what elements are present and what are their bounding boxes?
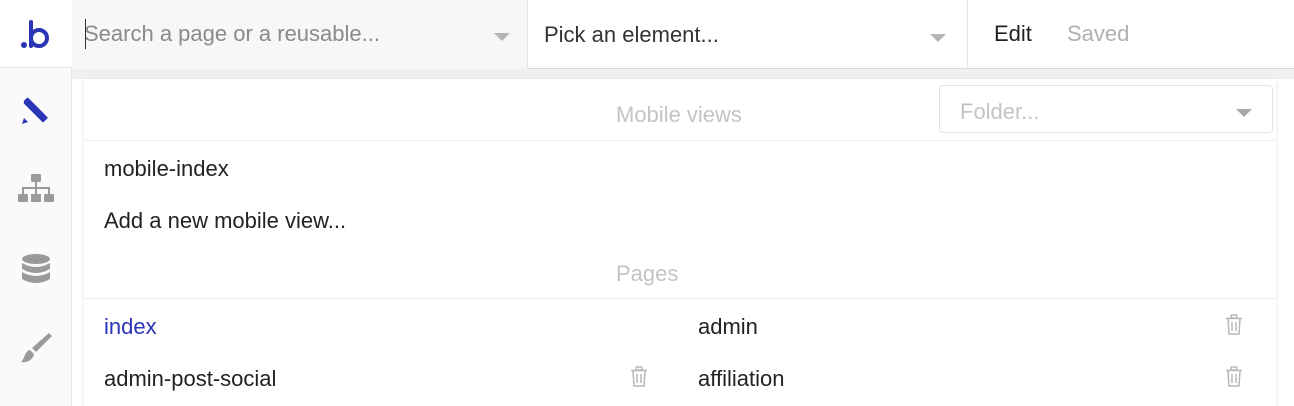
section-divider [84,298,1276,299]
workflow-tab-icon[interactable] [0,168,72,212]
trash-icon[interactable] [1224,314,1244,336]
page-item-affiliation[interactable]: affiliation [698,366,784,392]
element-picker-dropdown[interactable]: Pick an element... [528,0,968,69]
mobile-view-item[interactable]: mobile-index [104,156,229,182]
chevron-down-icon[interactable] [930,34,946,42]
chevron-down-icon[interactable] [494,33,510,41]
paintbrush-icon [21,333,52,363]
data-tab-icon[interactable] [0,248,72,292]
left-rail [0,0,72,406]
editor-background [72,69,1294,79]
bubble-logo[interactable] [0,0,72,68]
pages-heading: Pages [616,261,679,286]
trash-icon[interactable] [1224,366,1244,388]
page-item-admin-post-social[interactable]: admin-post-social [104,366,276,392]
logo-icon [21,19,49,48]
design-pencil-ruler-icon [22,97,48,124]
page-item-index[interactable]: index [104,314,157,340]
database-icon [22,254,50,283]
page-selector-dropdown: Mobile views Folder... mobile-index Add … [84,79,1276,406]
folder-select-placeholder: Folder... [960,99,1040,124]
text-cursor [85,19,86,49]
top-bar: Pick an element... Edit Saved [72,0,1294,69]
add-mobile-view-button[interactable]: Add a new mobile view... [104,208,346,234]
section-divider [84,140,1276,141]
sitemap-icon [18,174,54,202]
folder-select[interactable]: Folder... [939,85,1273,133]
trash-icon[interactable] [629,366,649,388]
mobile-views-heading: Mobile views [616,102,742,127]
page-search-dropdown[interactable] [72,0,528,69]
page-item-admin[interactable]: admin [698,314,758,340]
chevron-down-icon[interactable] [1236,109,1252,117]
styles-tab-icon[interactable] [0,326,72,370]
page-search-input[interactable] [84,16,484,52]
design-tab-icon[interactable] [0,88,72,132]
edit-mode-button[interactable]: Edit [994,21,1032,47]
save-status: Saved [1067,21,1130,46]
element-picker-label: Pick an element... [544,22,719,47]
